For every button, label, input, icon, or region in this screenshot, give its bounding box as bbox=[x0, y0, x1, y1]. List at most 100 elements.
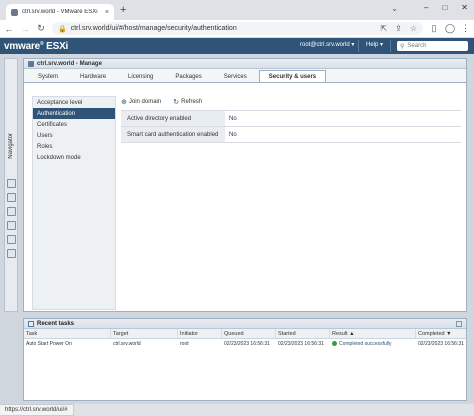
tasks-table-header: Task Target Initiator Queued Started Res… bbox=[24, 329, 468, 339]
task-target: ctrl.srv.world bbox=[113, 340, 141, 347]
logo-product: ESXi bbox=[46, 40, 69, 52]
tasks-icon bbox=[28, 320, 34, 327]
host-icon[interactable] bbox=[7, 179, 16, 188]
col-result[interactable]: Result ▲ bbox=[330, 329, 416, 338]
vms-icon[interactable] bbox=[7, 193, 16, 202]
tab-packages[interactable]: Packages bbox=[165, 71, 211, 82]
vmware-logo: vmware® ESXi bbox=[4, 40, 69, 52]
manage-tabs: System Hardware Licensing Packages Servi… bbox=[24, 69, 466, 83]
maximize-button[interactable]: □ bbox=[442, 3, 447, 12]
property-row: Smart card authentication enabled No bbox=[121, 127, 461, 143]
tab-hardware[interactable]: Hardware bbox=[70, 71, 116, 82]
favicon-icon bbox=[11, 8, 18, 16]
panel-title: ctrl.srv.world - Manage bbox=[37, 60, 102, 67]
back-icon[interactable]: ← bbox=[4, 24, 14, 34]
col-queued[interactable]: Queued bbox=[222, 329, 276, 338]
refresh-icon: ↻ bbox=[173, 99, 180, 106]
header-divider bbox=[358, 40, 359, 52]
join-domain-icon: ⊕ bbox=[121, 99, 127, 106]
browser-tab[interactable]: ctrl.srv.world - VMware ESXi × bbox=[6, 4, 114, 20]
search-placeholder: Search bbox=[407, 43, 427, 49]
storage-icon[interactable] bbox=[7, 207, 16, 216]
subnav-roles[interactable]: Roles bbox=[33, 141, 115, 152]
property-value: No bbox=[229, 131, 237, 138]
subnav-authentication[interactable]: Authentication bbox=[33, 108, 115, 119]
bookmark-star-icon[interactable]: ☆ bbox=[410, 24, 417, 33]
table-row[interactable]: Auto Start Power On ctrl.srv.world root … bbox=[24, 339, 466, 348]
share-icon[interactable]: ⇪ bbox=[395, 24, 402, 33]
property-key: Smart card authentication enabled bbox=[121, 127, 225, 142]
install-icon[interactable]: ⇱ bbox=[380, 24, 387, 33]
task-name: Auto Start Power On bbox=[26, 340, 72, 347]
search-input[interactable]: ⚲ Search bbox=[397, 41, 468, 51]
tab-close-icon[interactable]: × bbox=[105, 9, 109, 16]
tab-title: ctrl.srv.world - VMware ESXi bbox=[22, 9, 98, 15]
join-domain-button[interactable]: ⊕ Join domain bbox=[121, 98, 161, 106]
task-result: Completed successfully bbox=[330, 339, 416, 348]
authentication-content: ⊕ Join domain ↻ Refresh Active directory… bbox=[121, 96, 461, 143]
subnav-acceptance-level[interactable]: Acceptance level bbox=[33, 97, 115, 108]
collapse-panel-icon[interactable] bbox=[456, 320, 462, 327]
col-completed[interactable]: Completed ▼ bbox=[416, 329, 468, 338]
tab-services[interactable]: Services bbox=[214, 71, 257, 82]
auth-toolbar: ⊕ Join domain ↻ Refresh bbox=[121, 96, 461, 108]
address-bar[interactable]: 🔒 ctrl.srv.world/ui/#/host/manage/securi… bbox=[52, 22, 423, 35]
col-task[interactable]: Task bbox=[24, 329, 111, 338]
col-started[interactable]: Started bbox=[276, 329, 330, 338]
task-completed: 02/23/2023 16:56:31 bbox=[418, 340, 464, 347]
success-icon bbox=[332, 341, 337, 346]
property-key: Active directory enabled bbox=[121, 111, 225, 126]
esxi-header: vmware® ESXi root@ctrl.srv.world ▾ Help … bbox=[0, 38, 474, 54]
col-target[interactable]: Target bbox=[111, 329, 178, 338]
monitor-icon[interactable] bbox=[7, 235, 16, 244]
user-menu[interactable]: root@ctrl.srv.world ▾ bbox=[300, 41, 354, 48]
tab-system[interactable]: System bbox=[28, 71, 68, 82]
manage-panel: ctrl.srv.world - Manage System Hardware … bbox=[23, 58, 467, 312]
side-panel-icon[interactable]: ▯ bbox=[429, 23, 439, 34]
navigator-toggle[interactable]: Navigator bbox=[8, 133, 14, 159]
join-domain-label: Join domain bbox=[128, 99, 162, 105]
console-icon[interactable] bbox=[7, 249, 16, 258]
navigator-rail: Navigator bbox=[4, 58, 18, 312]
search-icon: ⚲ bbox=[400, 43, 405, 50]
browser-toolbar: ← → ↻ 🔒 ctrl.srv.world/ui/#/host/manage/… bbox=[0, 20, 474, 38]
address-text: ctrl.srv.world/ui/#/host/manage/security… bbox=[70, 25, 237, 32]
property-value: No bbox=[229, 115, 237, 122]
col-initiator[interactable]: Initiator bbox=[178, 329, 222, 338]
reload-icon[interactable]: ↻ bbox=[36, 23, 46, 34]
refresh-label: Refresh bbox=[181, 99, 203, 105]
recent-tasks-header: Recent tasks bbox=[24, 319, 466, 329]
networking-icon[interactable] bbox=[7, 221, 16, 230]
task-started: 02/23/2023 16:56:31 bbox=[278, 340, 324, 347]
profile-icon[interactable]: ◯ bbox=[445, 23, 455, 34]
tab-security-users[interactable]: Security & users bbox=[258, 70, 327, 82]
new-tab-button[interactable]: + bbox=[120, 5, 126, 16]
forward-icon[interactable]: → bbox=[20, 24, 30, 34]
address-actions: ⇱ ⇪ ☆ bbox=[380, 24, 417, 33]
logo-vendor: vmware bbox=[4, 40, 41, 52]
minimize-button[interactable]: – bbox=[424, 3, 428, 12]
lock-icon[interactable]: 🔒 bbox=[58, 25, 67, 33]
subnav-lockdown-mode[interactable]: Lockdown mode bbox=[33, 152, 115, 163]
panel-title-bar: ctrl.srv.world - Manage bbox=[24, 59, 466, 69]
browser-tab-strip: ctrl.srv.world - VMware ESXi × + ⌄ – □ ✕ bbox=[0, 0, 474, 20]
header-divider bbox=[390, 40, 391, 52]
recent-tasks-title: Recent tasks bbox=[37, 320, 75, 327]
main-area: Navigator ctrl.srv.world - Manage System… bbox=[0, 54, 474, 404]
task-initiator: root bbox=[180, 340, 189, 347]
subnav-certificates[interactable]: Certificates bbox=[33, 119, 115, 130]
close-window-button[interactable]: ✕ bbox=[461, 3, 468, 12]
subnav-users[interactable]: Users bbox=[33, 130, 115, 141]
help-menu[interactable]: Help ▾ bbox=[366, 41, 383, 48]
server-icon bbox=[28, 60, 34, 67]
status-url-bubble: https://ctrl.srv.world/ui/# bbox=[0, 404, 74, 416]
chrome-menu-icon[interactable]: ⋮ bbox=[461, 23, 470, 34]
auth-properties: Active directory enabled No Smart card a… bbox=[121, 110, 461, 143]
security-subnav: Acceptance level Authentication Certific… bbox=[32, 96, 116, 310]
window-controls: – □ ✕ bbox=[424, 3, 468, 12]
task-result-text: Completed successfully bbox=[339, 340, 392, 347]
tab-search-icon[interactable]: ⌄ bbox=[391, 4, 398, 13]
refresh-button[interactable]: ↻ Refresh bbox=[173, 98, 202, 106]
tab-licensing[interactable]: Licensing bbox=[118, 71, 163, 82]
property-row: Active directory enabled No bbox=[121, 111, 461, 127]
